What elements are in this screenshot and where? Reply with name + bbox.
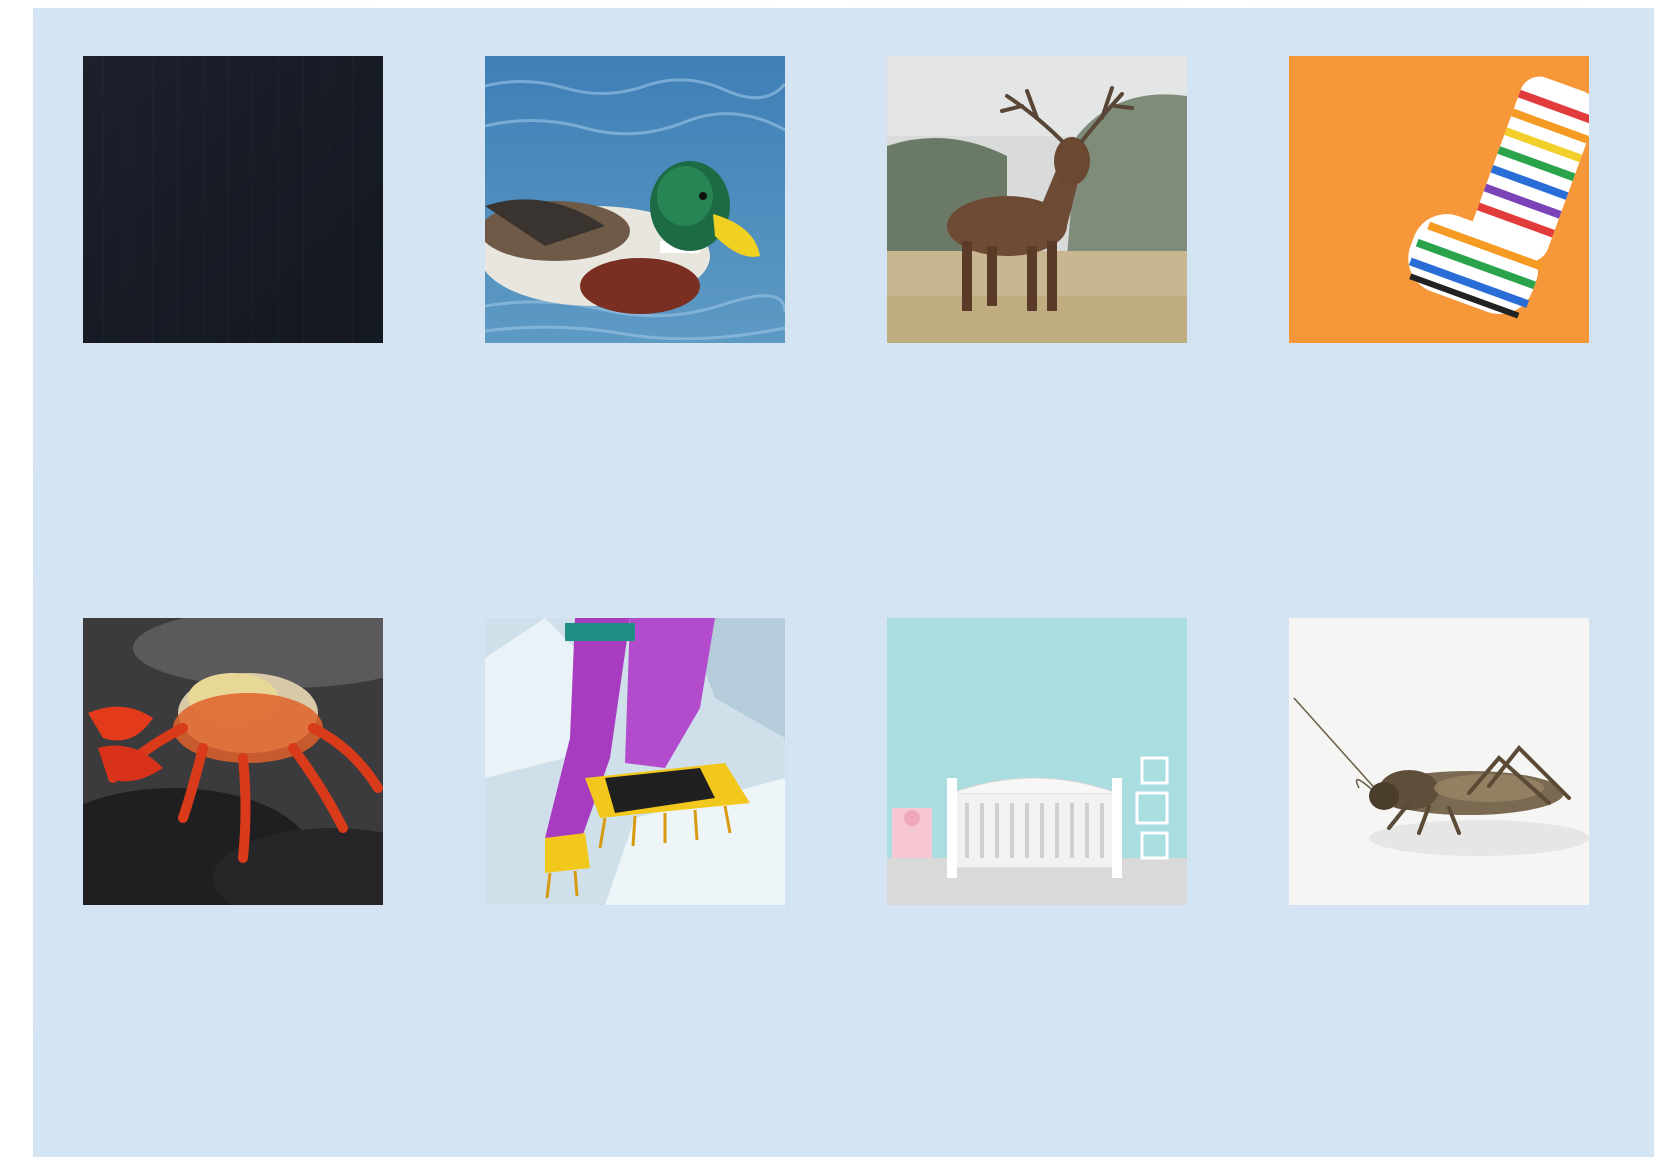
grid-tile-8[interactable] <box>1239 570 1591 1038</box>
baby-crib-image[interactable] <box>887 618 1187 905</box>
grid-tile-3[interactable] <box>837 8 1189 476</box>
grid-tile-7[interactable] <box>837 570 1189 1038</box>
grid-tile-2[interactable] <box>435 8 787 476</box>
cricket-insect-image[interactable] <box>1289 618 1589 905</box>
grid-tile-1[interactable] <box>33 8 385 476</box>
crampon-boots-image[interactable] <box>485 618 785 905</box>
grid-tile-4[interactable] <box>1239 8 1591 476</box>
mallard-duck-image[interactable] <box>485 56 785 343</box>
grid-tile-5[interactable] <box>33 570 385 1038</box>
red-deer-stag-image[interactable] <box>887 56 1187 343</box>
image-grid-panel <box>33 8 1654 1157</box>
black-fabric-image[interactable] <box>83 56 383 343</box>
red-crab-image[interactable] <box>83 618 383 905</box>
grid-tile-6[interactable] <box>435 570 787 1038</box>
striped-sock-image[interactable] <box>1289 56 1589 343</box>
